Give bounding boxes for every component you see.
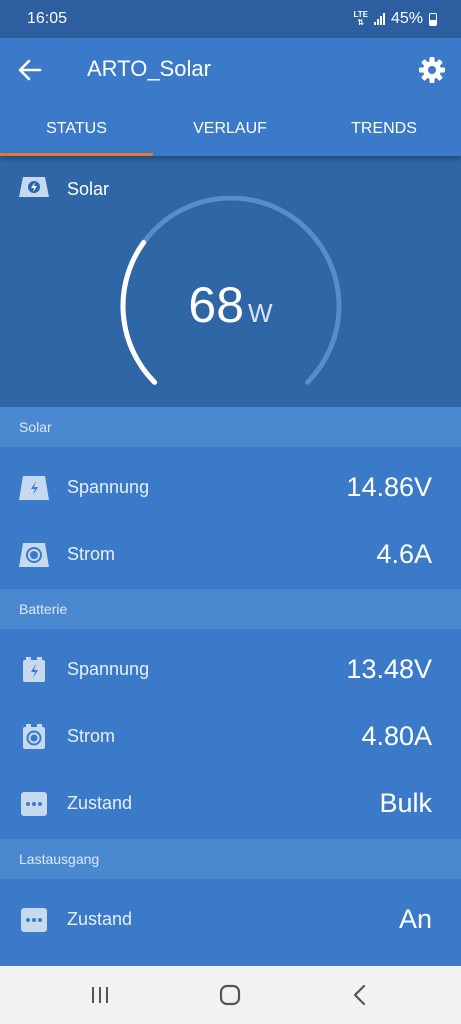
arrow-left-icon xyxy=(18,59,42,81)
section-header-batterie: Batterie xyxy=(0,589,461,629)
recents-button[interactable] xyxy=(80,980,120,1010)
app-bar: ARTO_Solar xyxy=(0,38,461,102)
tab-verlauf[interactable]: VERLAUF xyxy=(153,102,307,156)
signal-icon xyxy=(373,13,385,25)
lte-icon: LTE ⇅ xyxy=(353,10,368,27)
row-value: 4.6A xyxy=(376,539,432,569)
row-value: Bulk xyxy=(379,788,432,818)
hero-label: Solar xyxy=(67,179,110,199)
row-label: Strom xyxy=(67,544,116,564)
row-batterie-strom: Strom 4.80A xyxy=(0,703,461,770)
row-label: Spannung xyxy=(67,477,150,497)
back-button[interactable] xyxy=(16,56,44,84)
tab-bar: STATUS VERLAUF TRENDS xyxy=(0,102,461,156)
row-batterie-zustand: Zustand Bulk xyxy=(0,770,461,837)
system-nav-bar xyxy=(0,966,461,1024)
back-chevron-icon xyxy=(353,984,366,1006)
row-label: Strom xyxy=(67,726,116,746)
state-dots-icon xyxy=(21,908,47,932)
power-value: 68 xyxy=(188,277,245,333)
system-back-button[interactable] xyxy=(340,980,380,1010)
home-icon xyxy=(219,984,241,1006)
status-time: 16:05 xyxy=(27,10,68,27)
row-value: An xyxy=(398,904,432,934)
status-bar: 16:05 LTE ⇅ 45% xyxy=(0,0,461,38)
status-icons: LTE ⇅ 45% xyxy=(353,10,437,28)
network-label: LTE xyxy=(353,10,368,19)
power-readout: 68 W xyxy=(0,276,461,334)
row-value: 4.80A xyxy=(361,721,432,751)
row-solar-spannung: Spannung 14.86V xyxy=(0,454,461,521)
settings-button[interactable] xyxy=(417,55,447,85)
recents-icon xyxy=(92,987,108,1003)
battery-percent: 45% xyxy=(390,10,423,27)
row-label: Zustand xyxy=(67,793,133,813)
section-header-lastausgang: Lastausgang xyxy=(0,839,461,879)
solar-panel-icon xyxy=(19,177,49,197)
home-button[interactable] xyxy=(210,980,250,1010)
tab-trends[interactable]: TRENDS xyxy=(307,102,461,156)
solar-power-card: Solar 68 W xyxy=(0,156,461,407)
tab-status[interactable]: STATUS xyxy=(0,102,153,156)
page-title: ARTO_Solar xyxy=(87,56,211,81)
row-solar-strom: Strom 4.6A xyxy=(0,521,461,588)
section-header-solar: Solar xyxy=(0,407,461,447)
gear-icon xyxy=(419,57,445,83)
battery-current-icon xyxy=(23,724,45,749)
solar-current-icon xyxy=(19,543,49,567)
battery-voltage-icon xyxy=(23,657,45,682)
battery-icon xyxy=(429,12,437,26)
row-label: Spannung xyxy=(67,659,150,679)
state-dots-icon xyxy=(21,792,47,816)
solar-voltage-icon xyxy=(19,476,49,500)
row-lastausgang-zustand: Zustand An xyxy=(0,886,461,953)
row-value: 14.86V xyxy=(346,472,432,502)
active-tab-indicator xyxy=(0,153,153,156)
row-value: 13.48V xyxy=(346,654,432,684)
row-batterie-spannung: Spannung 13.48V xyxy=(0,636,461,703)
power-unit: W xyxy=(248,298,273,328)
row-label: Zustand xyxy=(67,909,133,929)
